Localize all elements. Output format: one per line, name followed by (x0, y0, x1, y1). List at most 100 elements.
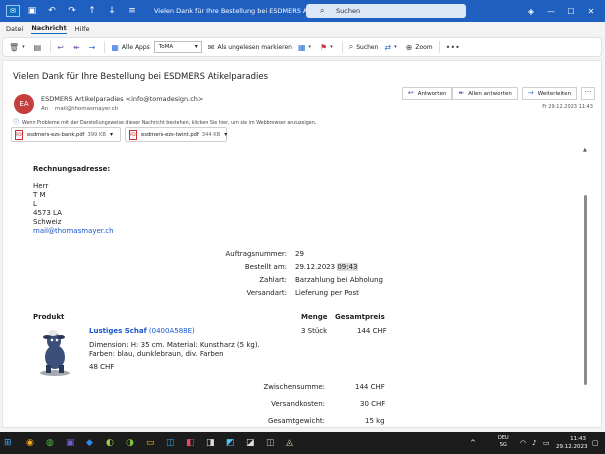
reply-all-icon: ↞ (458, 89, 465, 97)
clock[interactable]: 11:43 29.12.2023 (556, 435, 588, 451)
tray-chevron-icon[interactable]: ^ (470, 439, 476, 447)
file-explorer-icon[interactable]: ▭ (146, 438, 160, 448)
payment-value: Barzahlung bei Abholung (295, 276, 383, 284)
whatsapp-icon[interactable]: ◍ (46, 438, 60, 448)
taskbar: ⊞ ◉ ◍ ▣ ◆ ◐ ◑ ▭ ◫ ◧ ◨ ◩ ◪ ◫ ◬ ^ DEU SG ◠… (0, 432, 605, 454)
shipping-cost-label: Versandkosten: (271, 400, 325, 408)
maximize-icon[interactable]: ☐ (561, 7, 581, 16)
reply-all-button[interactable]: ↞ Allen antworten (452, 87, 518, 100)
reply-button[interactable]: ↩ (57, 43, 67, 52)
app-icon[interactable]: ◬ (286, 438, 300, 448)
language-code: DEU (498, 435, 509, 441)
redo-icon[interactable]: ↷ (64, 4, 80, 18)
billing-line: Herr (33, 182, 49, 190)
app-icon[interactable]: ◨ (206, 438, 220, 448)
app-icon[interactable]: ◩ (226, 438, 240, 448)
search-button[interactable]: ⌕ Suchen (349, 42, 379, 52)
mark-unread-label: Als ungelesen markieren (217, 43, 292, 51)
app-icon[interactable]: ◐ (106, 438, 120, 448)
menu-datei[interactable]: Datei (6, 25, 23, 33)
search-placeholder: Suchen (336, 7, 361, 15)
forward-button[interactable]: → Weiterleiten (521, 87, 577, 100)
subtotal-label: Zwischensumme: (263, 383, 325, 391)
avatar[interactable]: EA (14, 94, 34, 114)
copilot-icon[interactable]: ◈ (521, 7, 541, 16)
forward-button[interactable]: → (89, 43, 99, 52)
subtotal-value: 144 CHF (355, 383, 385, 391)
item-code: (0400A588E) (148, 327, 195, 335)
col-qty: Menge (301, 313, 328, 321)
scrollbar[interactable]: ▲ (583, 147, 589, 427)
reply-icon: ↩ (407, 89, 414, 97)
minimize-icon[interactable]: — (541, 7, 561, 16)
ribbon-toolbar: 🗑 ▾ ▤ ↩ ↞ → ▦ Alle Apps ToMA ▾ ✉ Als ungeles… (2, 37, 602, 57)
save-icon[interactable]: ▣ (24, 4, 40, 18)
outlook-app-icon: ✉ (6, 5, 20, 17)
attachment-2[interactable]: PDF esdmers-ezs-twint.pdf 344 KB ▾ (125, 127, 227, 142)
scroll-up-icon[interactable]: ▲ (583, 147, 587, 153)
shipping-cost-value: 30 CHF (360, 400, 386, 408)
recipient[interactable]: mail@thomasmayer.ch (55, 106, 118, 112)
clock-time: 11:43 (570, 436, 586, 442)
reply-button[interactable]: ↩ Antworten (401, 87, 453, 100)
menu-nachricht[interactable]: Nachricht (31, 24, 67, 34)
search-box[interactable]: ⌕ Suchen (306, 4, 466, 18)
arrow-up-icon[interactable]: ↑ (84, 4, 100, 18)
app-icon[interactable]: ◫ (266, 438, 280, 448)
message-actions: ↩ Antworten ↞ Allen antworten → Weiterleite… (401, 87, 577, 100)
clock-date: 29.12.2023 (556, 444, 588, 450)
more-options-button[interactable]: ••• (446, 43, 463, 52)
move-folder-combo[interactable]: ToMA ▾ (153, 41, 202, 53)
firefox-icon[interactable]: ◉ (26, 438, 40, 448)
more-icon: ··· (584, 88, 592, 96)
delete-button[interactable]: 🗑 ▾ (9, 43, 28, 52)
close-icon[interactable]: ✕ (581, 7, 601, 16)
more-actions-button[interactable]: ··· (581, 87, 595, 100)
col-total: Gesamtpreis (335, 313, 385, 321)
zoom-button[interactable]: ⊕ Zoom (406, 43, 433, 52)
arrow-down-icon[interactable]: ↓ (104, 4, 120, 18)
translate-icon: ⇄ (384, 42, 392, 52)
windows-start-icon[interactable]: ⊞ (4, 438, 18, 448)
notification-icon[interactable]: ▢ (592, 439, 599, 447)
billing-email-link[interactable]: mail@thomasmayer.ch (33, 227, 114, 235)
item-unit-price: 48 CHF (89, 363, 115, 371)
reply-all-button[interactable]: ↞ (73, 43, 83, 52)
attachment-1[interactable]: PDF esdmers-ezs-bank.pdf 399 KB ▾ (11, 127, 121, 142)
translate-button[interactable]: ⇄ ▾ (384, 43, 399, 52)
app-icon[interactable]: ◑ (126, 438, 140, 448)
forward-icon: → (527, 89, 534, 97)
flag-button[interactable]: ⚑ ▾ (320, 43, 336, 52)
outlook-taskbar-icon[interactable]: ◫ (166, 438, 180, 448)
chevron-down-icon: ▾ (22, 44, 25, 50)
chevron-down-icon: ▾ (224, 131, 228, 138)
telegram-icon[interactable]: ◆ (86, 438, 100, 448)
archive-button[interactable]: ▤ (34, 43, 45, 52)
folder-combo-value: ToMA (158, 44, 174, 50)
customize-toolbar-icon[interactable]: ≡ (124, 4, 140, 18)
app-icon[interactable]: ◪ (246, 438, 260, 448)
input-language[interactable]: DEU SG (498, 435, 509, 449)
mark-unread-button[interactable]: ✉ Als ungelesen markieren (208, 43, 292, 52)
item-name-line[interactable]: Lustiges Schaf (0400A588E) (89, 327, 195, 335)
chevron-down-icon: ▾ (394, 44, 397, 50)
attachment-name: esdmers-ezs-bank.pdf (27, 132, 85, 138)
sender[interactable]: ESDMERS Artikelparadies <info@tomadesign… (41, 95, 203, 103)
volume-icon[interactable]: ♪ (532, 439, 536, 447)
item-name-link[interactable]: Lustiges Schaf (89, 327, 147, 335)
app-icon[interactable]: ◧ (186, 438, 200, 448)
chevron-down-icon: ▾ (109, 131, 113, 138)
reply-label: Antworten (417, 91, 447, 97)
teams-icon[interactable]: ▣ (66, 438, 80, 448)
product-image[interactable] (37, 327, 73, 377)
wifi-icon[interactable]: ◠ (520, 439, 526, 447)
undo-icon[interactable]: ↶ (44, 4, 60, 18)
info-bar[interactable]: ⓘ Wenn Probleme mit der Darstellungsweise… (13, 117, 316, 126)
battery-icon[interactable]: ▭ (543, 439, 550, 447)
ordered-date: 29.12.2023 (295, 263, 336, 271)
scrollbar-thumb[interactable] (584, 195, 587, 385)
all-apps-button[interactable]: ▦ Alle Apps (111, 43, 149, 52)
forward-icon: → (88, 42, 96, 52)
menu-hilfe[interactable]: Hilfe (75, 25, 90, 33)
categorize-button[interactable]: ▦ ▾ (298, 43, 314, 52)
